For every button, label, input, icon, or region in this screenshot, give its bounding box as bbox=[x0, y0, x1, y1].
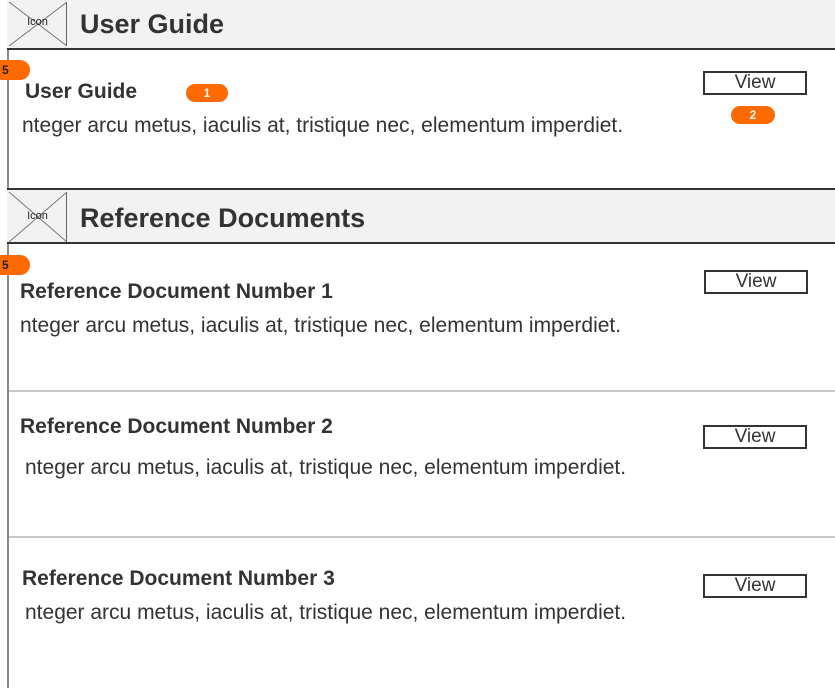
row-divider bbox=[9, 536, 835, 538]
annotation-badge: 5 bbox=[0, 60, 30, 80]
view-button[interactable]: View bbox=[704, 270, 808, 294]
item-title: User Guide bbox=[25, 80, 138, 103]
icon-label: Icon bbox=[27, 16, 48, 28]
item-description: nteger arcu metus, iaculis at, tristique… bbox=[25, 601, 627, 624]
view-button[interactable]: View bbox=[703, 425, 807, 449]
section-title: User Guide bbox=[80, 9, 225, 39]
annotation-badge: 5 bbox=[0, 255, 30, 275]
annotation-badge: 2 bbox=[731, 106, 775, 124]
item-description: nteger arcu metus, iaculis at, tristique… bbox=[20, 314, 622, 337]
annotation-badge: 1 bbox=[186, 84, 228, 102]
item-title: Reference Document Number 2 bbox=[20, 415, 333, 438]
icon-label: Icon bbox=[27, 210, 48, 222]
item-title: Reference Document Number 3 bbox=[22, 567, 335, 590]
item-title: Reference Document Number 1 bbox=[20, 280, 333, 303]
section-header-user-guide: Icon User Guide bbox=[7, 0, 835, 50]
section-title: Reference Documents bbox=[80, 203, 366, 233]
section-header-reference-documents: Icon Reference Documents bbox=[7, 188, 835, 244]
placeholder-icon: Icon bbox=[9, 192, 67, 242]
placeholder-icon: Icon bbox=[9, 2, 67, 46]
item-description: nteger arcu metus, iaculis at, tristique… bbox=[22, 114, 624, 137]
row-divider bbox=[9, 390, 835, 392]
view-button[interactable]: View bbox=[703, 71, 807, 95]
item-description: nteger arcu metus, iaculis at, tristique… bbox=[25, 456, 627, 479]
view-button[interactable]: View bbox=[703, 574, 807, 598]
